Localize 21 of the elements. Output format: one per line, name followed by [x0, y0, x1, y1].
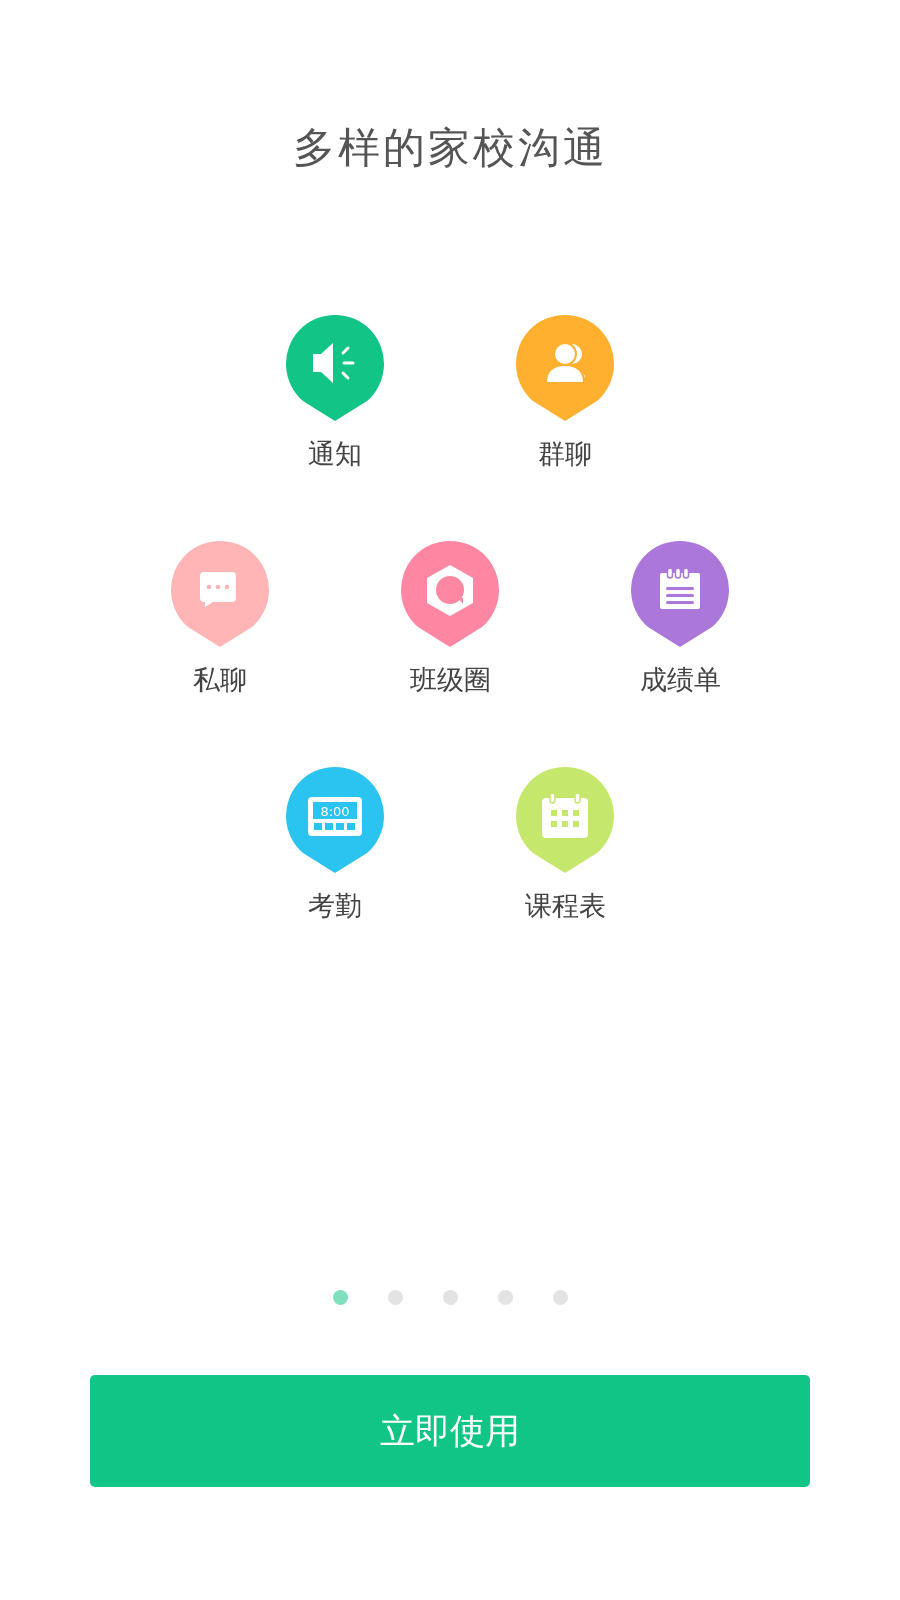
page-title: 多样的家校沟通 — [292, 122, 608, 174]
feature-label: 私聊 — [193, 663, 247, 697]
start-button[interactable]: 立即使用 — [90, 1375, 810, 1487]
page-dot[interactable] — [332, 1290, 348, 1305]
feature-label: 群聊 — [538, 437, 592, 471]
megaphone-icon[interactable] — [285, 314, 385, 422]
page-dot[interactable] — [552, 1290, 568, 1305]
people-icon[interactable] — [515, 314, 615, 422]
feature-label: 班级圈 — [409, 663, 491, 697]
page-dot[interactable] — [497, 1290, 513, 1305]
feature-label: 成绩单 — [639, 663, 721, 697]
clock-icon[interactable]: 8:00 — [285, 766, 385, 874]
page-dot[interactable] — [442, 1290, 458, 1305]
feature-label: 考勤 — [308, 889, 362, 923]
hexagon-icon[interactable] — [400, 540, 500, 648]
calendar-icon[interactable] — [515, 766, 615, 874]
notepad-icon[interactable] — [630, 540, 730, 648]
feature-label: 课程表 — [524, 889, 606, 923]
chat-icon[interactable] — [170, 540, 270, 648]
feature-label: 通知 — [308, 437, 362, 471]
page-dot[interactable] — [387, 1290, 403, 1305]
